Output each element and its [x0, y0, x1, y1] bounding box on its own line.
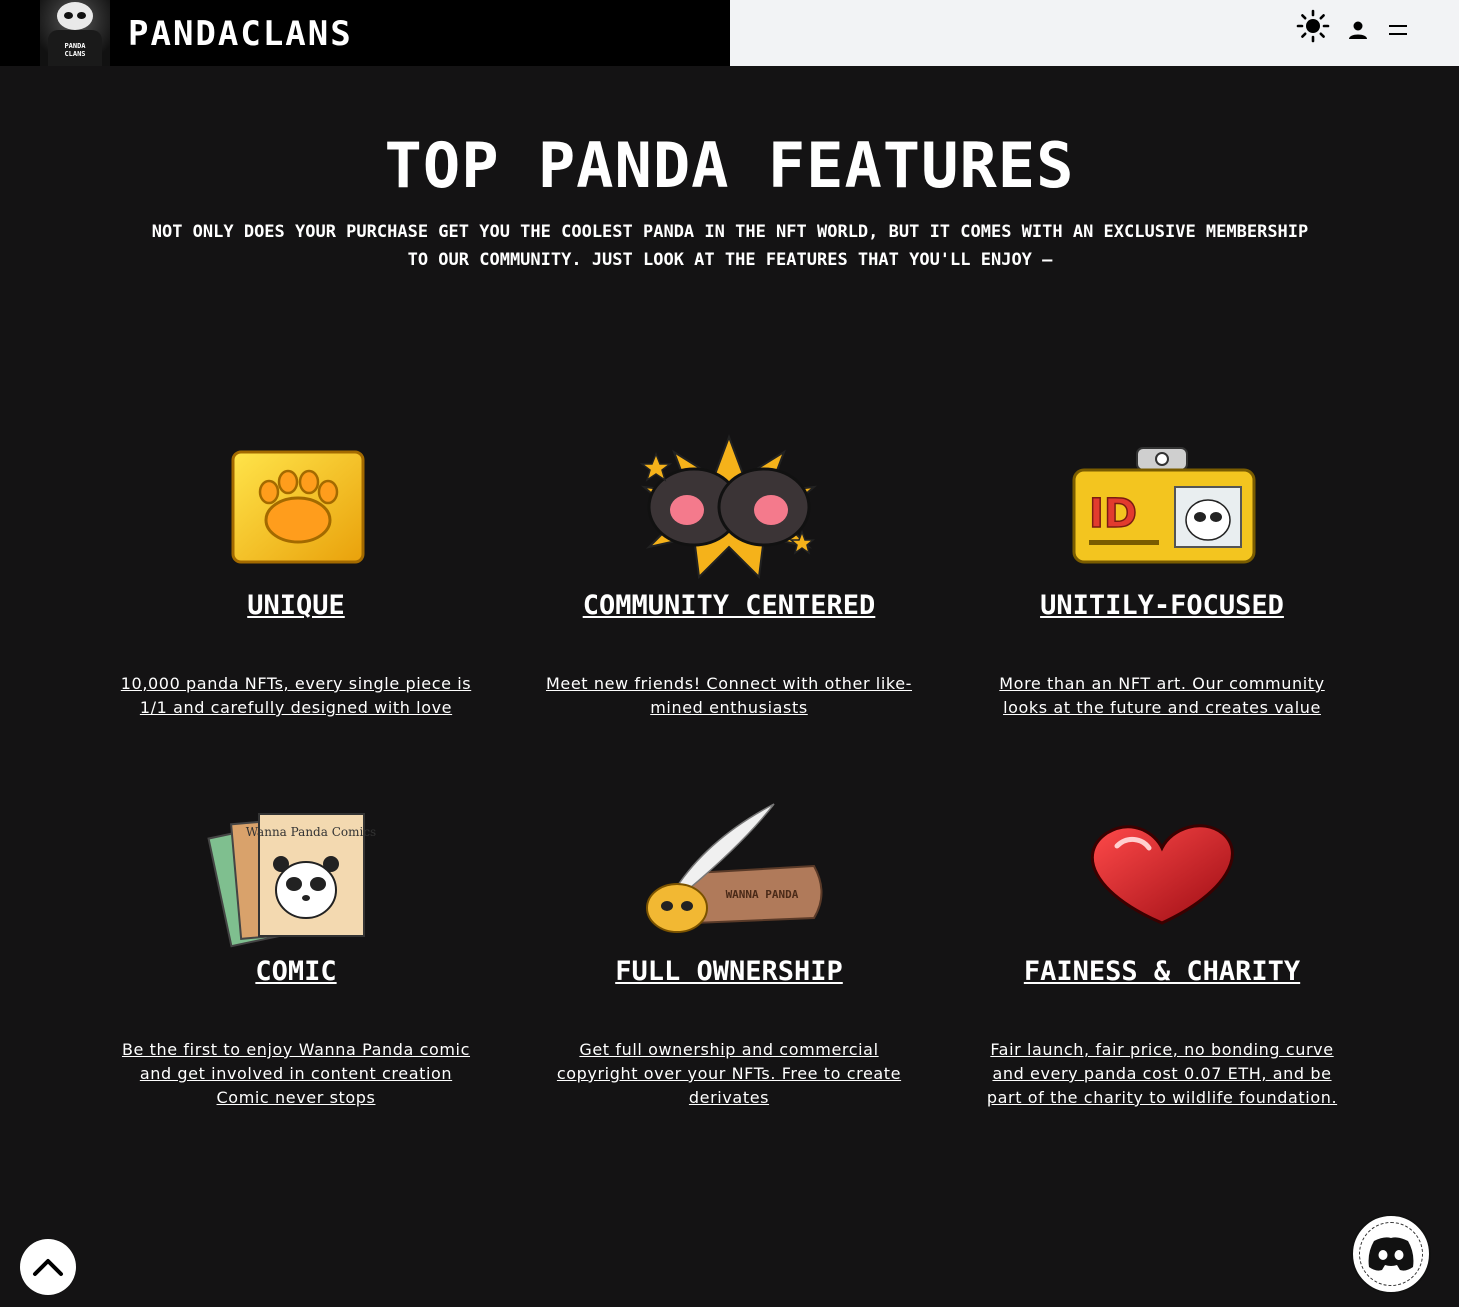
scroll-to-top-button[interactable]: [20, 1239, 76, 1295]
quill-scroll-image: WANNA PANDA: [544, 798, 914, 948]
feature-card-community-centered: Community Centered Meet new friends! Con…: [544, 432, 914, 717]
golden-paw-image: [111, 432, 481, 582]
comic-books-image: Wanna Panda Comics: [111, 798, 481, 948]
feature-description[interactable]: Be the first to enjoy Wanna Panda comic …: [111, 1038, 481, 1110]
id-card-image: ID: [977, 432, 1347, 582]
feature-description[interactable]: Fair launch, fair price, no bonding curv…: [977, 1038, 1347, 1110]
feature-description[interactable]: More than an NFT art. Our community look…: [977, 672, 1347, 720]
chevron-up-icon: [33, 1259, 63, 1276]
scroll-text: WANNA PANDA: [726, 888, 799, 901]
feature-title[interactable]: Comic: [111, 954, 481, 990]
section-title: Top Panda Features: [384, 129, 1075, 202]
feature-title[interactable]: Fainess & Charity: [977, 954, 1347, 990]
feature-card-unique: Unique 10,000 panda NFTs, every single p…: [111, 432, 481, 717]
menu-icon[interactable]: [1380, 12, 1416, 48]
panda-paws-image: [544, 432, 914, 582]
logo-tag: PANDA CLANS: [64, 42, 86, 58]
feature-title[interactable]: Unitily-Focused: [977, 588, 1347, 624]
section-subtitle: Not only does your purchase get you the …: [151, 222, 1309, 270]
feature-description[interactable]: Meet new friends! Connect with other lik…: [544, 672, 914, 720]
user-icon[interactable]: [1340, 12, 1376, 48]
site-header: PANDA CLANS PANDACLANS: [0, 0, 1459, 66]
sun-icon[interactable]: [1295, 8, 1331, 44]
feature-description[interactable]: 10,000 panda NFTs, every single piece is…: [111, 672, 481, 720]
red-heart-image: [977, 798, 1347, 948]
panda-logo[interactable]: PANDA CLANS: [40, 0, 110, 66]
svg-text:ID: ID: [1089, 491, 1137, 537]
header-brand-area: PANDA CLANS PANDACLANS: [0, 0, 730, 66]
feature-card-comic: Wanna Panda Comics Comic Be the first to…: [111, 798, 481, 1107]
feature-title[interactable]: Full Ownership: [544, 954, 914, 990]
feature-description[interactable]: Get full ownership and commercial copyri…: [544, 1038, 914, 1110]
feature-card-full-ownership: WANNA PANDA Full Ownership Get full owne…: [544, 798, 914, 1107]
feature-title[interactable]: Unique: [111, 588, 481, 624]
comic-cover-text: Wanna Panda Comics: [246, 825, 376, 839]
feature-card-fainess-charity: Fainess & Charity Fair launch, fair pric…: [977, 798, 1347, 1107]
feature-title[interactable]: Community Centered: [544, 588, 914, 624]
discord-button[interactable]: [1351, 1214, 1431, 1294]
feature-card-unitily-focused: ID Unitily-Focused More than an NFT art.…: [977, 432, 1347, 717]
brand-name[interactable]: PANDACLANS: [128, 12, 353, 56]
